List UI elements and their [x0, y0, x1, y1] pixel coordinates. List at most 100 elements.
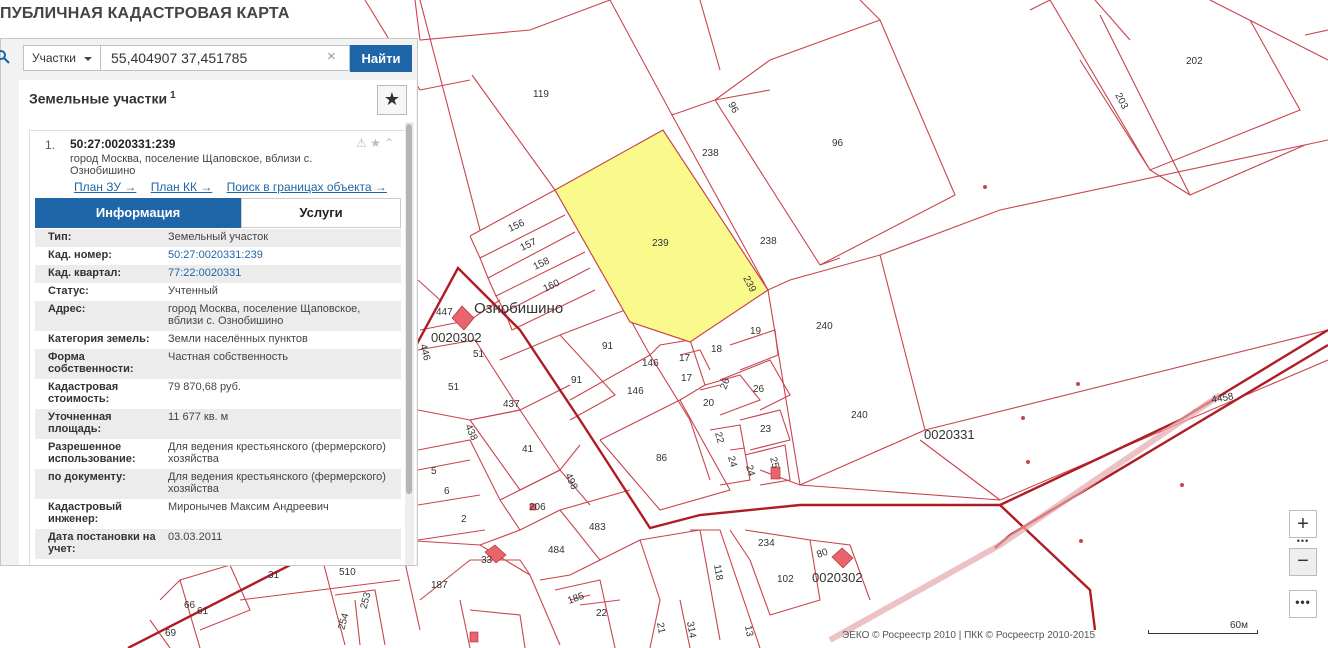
clear-icon[interactable]: × — [327, 49, 336, 65]
locality-label: Ознобишино — [474, 300, 563, 317]
card-links: План ЗУ → План КК → Поиск в границах объ… — [74, 180, 398, 194]
cadastral-number-link[interactable]: 50:27:0020331:239 — [168, 249, 393, 261]
parcel-label: 119 — [533, 89, 549, 100]
parcel-label: 234 — [758, 538, 775, 549]
cadastral-quarter-link[interactable]: 77:22:0020331 — [168, 267, 393, 279]
parcel-label: 254 — [337, 612, 352, 631]
parcel-label: 437 — [503, 399, 520, 410]
selected-parcel-239[interactable] — [554, 129, 769, 343]
scale-bar: 60м — [1148, 620, 1258, 638]
parcel-label: 33 — [481, 555, 493, 566]
search-input[interactable] — [100, 45, 350, 71]
parcel-label: 187 — [431, 580, 448, 591]
favorite-button[interactable]: ★ — [377, 85, 407, 115]
parcel-label: 26 — [718, 376, 732, 391]
info-row-area: Уточненная площадь: 11 677 кв. м — [35, 409, 401, 439]
parcel-label: 31 — [268, 570, 280, 581]
results-scrollbar[interactable] — [405, 122, 414, 565]
parcel-label: 447 — [436, 307, 453, 318]
parcel-label: 13 — [742, 625, 755, 638]
layer-select[interactable]: Участки — [23, 45, 100, 71]
card-actions-icons[interactable]: ⚠ ★ ⌃ — [356, 136, 394, 150]
parcel-label: 510 — [339, 567, 356, 578]
info-row-engineer: Кадастровый инженер: Миронычев Максим Анд… — [48, 501, 329, 525]
parcel-label: 51 — [473, 349, 485, 360]
parcel-label: 61 — [197, 606, 209, 617]
search-button[interactable]: Найти — [350, 45, 412, 72]
parcel-label: 86 — [656, 453, 668, 464]
layer-select-value: Участки — [32, 51, 76, 65]
zoom-out-button[interactable]: − — [1289, 548, 1317, 576]
parcel-label: 240 — [816, 321, 833, 332]
scale-bar-line — [1148, 630, 1258, 634]
parcel-label: 157 — [519, 237, 539, 254]
parcel-label: 146 — [627, 386, 644, 397]
parcel-label: 498 — [562, 472, 579, 492]
result-address: город Москва, поселение Щаповское, вблиз… — [70, 153, 313, 177]
info-row-quarter: Кад. квартал: 77:22:0020331 — [35, 265, 401, 283]
info-row-status: Статус: Учтенный — [48, 285, 218, 297]
parcel-label: 41 — [522, 444, 534, 455]
parcel-label: 21 — [654, 622, 667, 635]
quarter-label: 0020302 — [812, 570, 863, 585]
parcel-label: 17 — [681, 373, 693, 384]
search-in-bounds-link[interactable]: Поиск в границах объекта → — [227, 180, 387, 194]
quarter-label: 0020302 — [431, 330, 482, 345]
parcel-label: 23 — [760, 424, 772, 435]
parcel-label: 483 — [589, 522, 606, 533]
parcel-label: 202 — [1186, 56, 1203, 67]
parcel-label: 69 — [165, 628, 177, 639]
zoom-in-button[interactable]: + — [1289, 510, 1317, 538]
results-title-text: Земельные участки — [29, 90, 168, 107]
search-icon[interactable] — [0, 50, 10, 64]
plan-zu-link[interactable]: План ЗУ → — [74, 180, 136, 194]
info-row-category: Категория земель: Земли населённых пункто… — [48, 333, 308, 345]
parcel-label: 484 — [548, 545, 565, 556]
star-icon: ★ — [383, 89, 401, 109]
info-row-ownership: Форма собственности: Частная собственност… — [35, 349, 401, 379]
chevron-down-icon — [84, 57, 92, 61]
result-cadastral-number[interactable]: 50:27:0020331:239 — [70, 137, 175, 151]
parcel-label: 438 — [462, 423, 479, 443]
parcel-label: 146 — [642, 358, 659, 369]
results-header: Земельные участки 1 ★ — [19, 80, 416, 123]
parcel-label: 17 — [679, 353, 691, 364]
parcel-label: 2 — [461, 514, 467, 525]
tab-services[interactable]: Услуги — [241, 198, 401, 228]
parcel-label: 96 — [725, 100, 740, 115]
parcel-label: 156 — [507, 218, 527, 235]
plan-kk-link[interactable]: План КК → — [151, 180, 213, 194]
parcel-label: 22 — [596, 608, 608, 619]
parcel-label: 238 — [760, 236, 777, 247]
zoom-level-icon: ••• — [1296, 536, 1310, 546]
more-options-button[interactable]: ••• — [1289, 590, 1317, 618]
quarter-label: 0020331 — [924, 427, 975, 442]
card-tabs: Информация Услуги — [35, 198, 401, 228]
parcel-label: 66 — [184, 600, 196, 611]
parcel-label: 24 — [743, 464, 757, 478]
parcel-label: 22 — [712, 431, 726, 445]
info-row-number: Кад. номер: 50:27:0020331:239 — [35, 247, 401, 265]
parcel-label: 19 — [750, 326, 762, 337]
parcel-label: 18 — [711, 344, 723, 355]
parcel-label: 446 — [417, 343, 432, 362]
parcel-label: 160 — [542, 278, 562, 295]
parcel-label: 6 — [444, 486, 450, 497]
info-row-value: Кадастровая стоимость: 79 870,68 руб. — [48, 381, 241, 405]
parcel-label: 5 — [431, 466, 437, 477]
tab-information[interactable]: Информация — [35, 198, 241, 228]
info-row-registration-date: Дата постановки на учет: 03.03.2011 — [35, 529, 401, 559]
parcel-label: 80 — [815, 547, 830, 561]
results-title: Земельные участки 1 — [29, 90, 176, 107]
results-list: 1. 50:27:0020331:239 город Москва, посел… — [19, 122, 416, 565]
result-card[interactable]: 1. 50:27:0020331:239 город Москва, посел… — [29, 130, 406, 565]
results-count: 1 — [170, 90, 176, 101]
info-row-by-document: по документу: Для ведения крестьянского (… — [35, 469, 401, 499]
parcel-label: 51 — [448, 382, 460, 393]
parcel-label: 203 — [1112, 91, 1130, 111]
parcel-label: 314 — [684, 621, 698, 640]
copyright: ЭЕКО © Росреестр 2010 | ПКК © Росреестр … — [842, 630, 1096, 641]
scroll-thumb[interactable] — [406, 124, 412, 494]
parcel-label: 102 — [777, 574, 794, 585]
app-title: ПУБЛИЧНАЯ КАДАСТРОВАЯ КАРТА — [0, 5, 290, 22]
